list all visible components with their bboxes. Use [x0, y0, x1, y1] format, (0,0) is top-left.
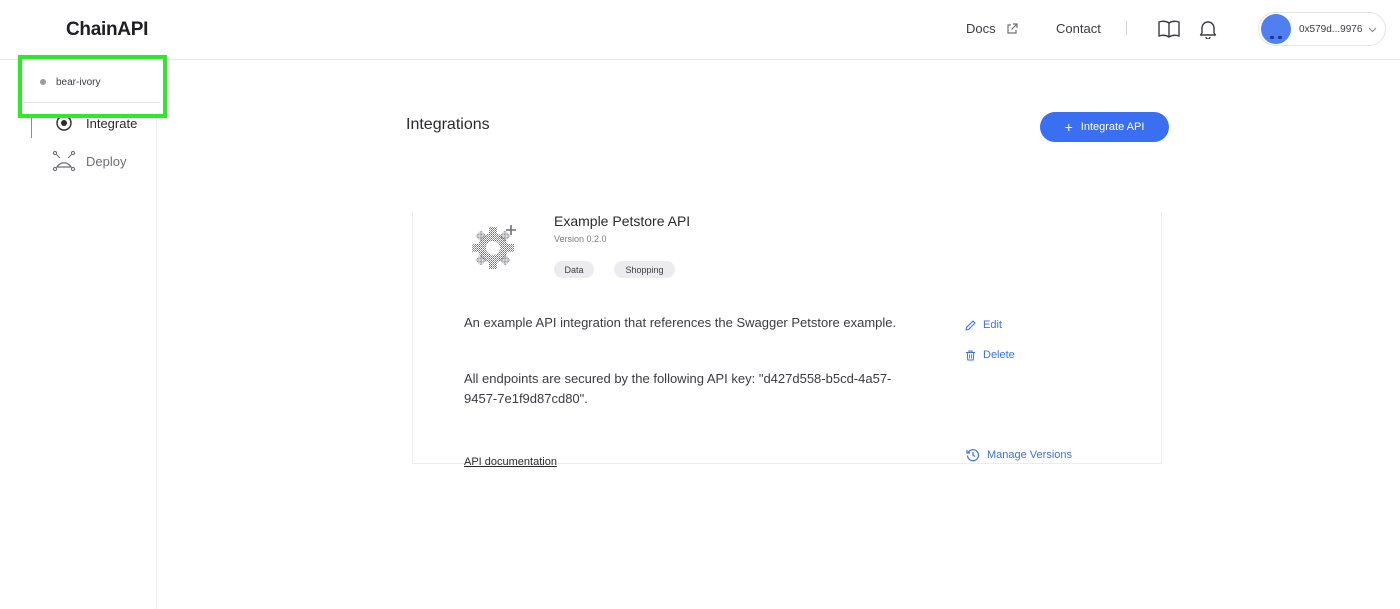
book-icon[interactable]: [1158, 19, 1180, 39]
project-selector[interactable]: bear-ivory: [24, 62, 160, 103]
docs-label: Docs: [966, 21, 996, 36]
top-header: ChainAPI Docs Contact 0x579d...9976: [0, 0, 1400, 60]
project-name: bear-ivory: [56, 76, 101, 88]
api-version: Version 0.2.0: [554, 234, 607, 244]
integrate-api-button[interactable]: + Integrate API: [1040, 112, 1169, 142]
manage-versions-button[interactable]: Manage Versions: [966, 448, 1072, 462]
external-link-icon: [1007, 22, 1018, 34]
manage-versions-label: Manage Versions: [987, 449, 1072, 461]
tag-shopping: Shopping: [614, 261, 675, 278]
avatar: [1261, 14, 1291, 44]
sidebar: [0, 60, 157, 609]
delete-label: Delete: [983, 349, 1015, 361]
tag-data: Data: [554, 261, 594, 278]
plus-icon: +: [1064, 119, 1073, 135]
delete-button[interactable]: Delete: [965, 349, 1015, 361]
api-key-note: All endpoints are secured by the followi…: [464, 371, 892, 406]
app-logo[interactable]: ChainAPI: [66, 19, 148, 41]
deploy-icon: [52, 150, 76, 172]
api-documentation-link[interactable]: API documentation: [464, 456, 557, 468]
integrate-api-label: Integrate API: [1080, 121, 1145, 133]
page-title: Integrations: [406, 116, 490, 133]
docs-link[interactable]: Docs: [966, 21, 1018, 36]
trash-icon: [966, 350, 975, 360]
chevron-down-icon: [1368, 27, 1377, 32]
contact-link[interactable]: Contact: [1056, 21, 1101, 36]
account-address: 0x579d...9976: [1299, 23, 1363, 35]
gear-icon: [472, 225, 516, 269]
edit-button[interactable]: Edit: [965, 319, 1002, 331]
account-menu[interactable]: 0x579d...9976: [1258, 12, 1386, 46]
sidebar-item-label: Deploy: [86, 153, 127, 169]
pencil-icon: [965, 319, 976, 331]
api-description: An example API integration that referenc…: [464, 315, 897, 330]
project-status-dot: [40, 79, 46, 85]
api-name: Example Petstore API: [554, 213, 691, 229]
nav-divider: [1126, 21, 1127, 35]
bell-icon[interactable]: [1199, 19, 1217, 39]
history-icon: [966, 449, 980, 462]
integration-card: [412, 212, 1162, 464]
sidebar-item-deploy[interactable]: Deploy: [52, 150, 126, 172]
edit-label: Edit: [983, 319, 1002, 331]
